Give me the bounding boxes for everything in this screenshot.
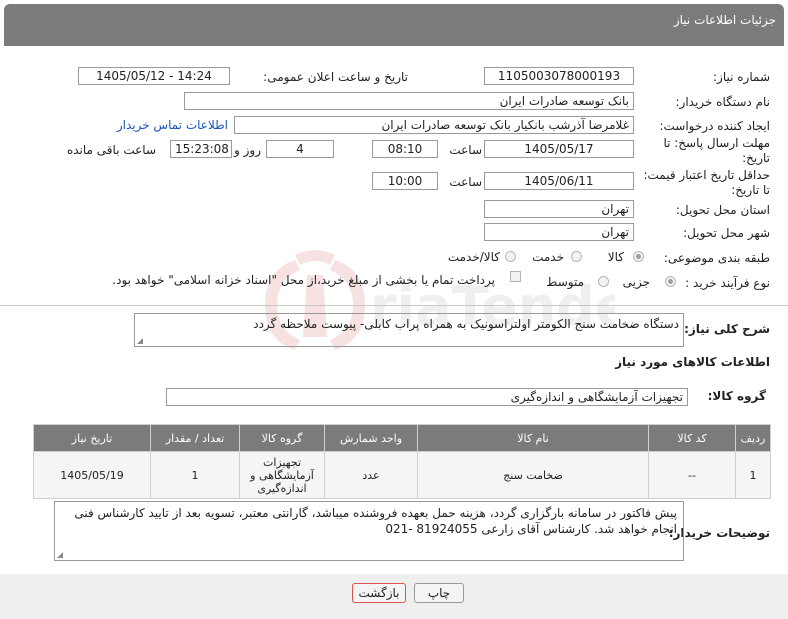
deadline-label-2: تاریخ:: [742, 151, 770, 165]
category-option-service: خدمت: [532, 250, 564, 264]
summary-textarea[interactable]: دستگاه ضخامت سنج الکومتر اولتراسونیک به …: [134, 313, 684, 347]
buyer-notes-text: پیش فاکتور در سامانه بارگزاری گردد، هزین…: [74, 506, 677, 536]
table-header-row: ردیف کد کالا نام کالا واحد شمارش گروه کا…: [33, 424, 771, 452]
need-number-label: شماره نیاز:: [713, 70, 770, 84]
print-button[interactable]: چاپ: [414, 583, 464, 603]
cell-date: 1405/05/19: [33, 451, 151, 499]
cell-unit: عدد: [324, 451, 418, 499]
process-radio-medium[interactable]: [598, 276, 609, 287]
cell-qty: 1: [150, 451, 240, 499]
buyer-org-field: بانک توسعه صادرات ایران: [184, 92, 634, 110]
deadline-date-field: 1405/05/17: [484, 140, 634, 158]
city-label: شهر محل تحویل:: [683, 226, 770, 240]
days-label: روز و: [234, 143, 261, 157]
col-header-date: تاریخ نیاز: [33, 424, 151, 452]
category-radio-goods[interactable]: [633, 251, 644, 262]
resize-handle-icon[interactable]: [137, 338, 143, 344]
col-header-qty: تعداد / مقدار: [150, 424, 240, 452]
remaining-time-field: 15:23:08: [170, 140, 232, 158]
price-validity-label-1: حداقل تاریخ اعتبار قیمت:: [643, 168, 770, 182]
city-field: تهران: [484, 223, 634, 241]
announce-datetime-field: 1405/05/12 - 14:24: [78, 67, 230, 85]
col-header-row-number: ردیف: [735, 424, 771, 452]
items-table: ردیف کد کالا نام کالا واحد شمارش گروه کا…: [33, 424, 771, 499]
category-label: طبقه بندی موضوعی:: [663, 251, 770, 265]
category-option-goods-service: کالا/خدمت: [447, 250, 500, 264]
col-header-unit: واحد شمارش: [324, 424, 418, 452]
goods-info-title: اطلاعات کالاهای مورد نیاز: [615, 355, 770, 369]
requester-label: ایجاد کننده درخواست:: [659, 119, 770, 133]
remaining-time-label: ساعت باقی مانده: [66, 143, 156, 157]
process-option-minor: جزیی: [622, 275, 650, 289]
process-label: نوع فرآیند خرید :: [685, 276, 770, 290]
resize-handle-icon[interactable]: [57, 552, 63, 558]
announce-datetime-label: تاریخ و ساعت اعلان عمومی:: [263, 70, 408, 84]
goods-group-field: تجهیزات آزمایشگاهی و اندازه‌گیری: [166, 388, 688, 406]
page-header: [4, 4, 784, 46]
price-validity-time-label: ساعت: [449, 175, 482, 189]
goods-group-label: گروه کالا:: [707, 389, 766, 403]
back-button[interactable]: بازگشت: [352, 583, 406, 603]
deadline-time-field: 08:10: [372, 140, 438, 158]
buyer-notes-textarea[interactable]: پیش فاکتور در سامانه بارگزاری گردد، هزین…: [54, 501, 684, 561]
contact-info-link[interactable]: اطلاعات تماس خریدار: [117, 118, 228, 132]
price-validity-time-field: 10:00: [372, 172, 438, 190]
summary-label: شرح کلی نیاز:: [684, 322, 770, 336]
cell-group: تجهیزات آزمایشگاهی و اندازه‌گیری: [239, 451, 325, 499]
cell-row-number: 1: [735, 451, 771, 499]
province-label: استان محل تحویل:: [675, 203, 770, 217]
price-validity-date-field: 1405/06/11: [484, 172, 634, 190]
province-field: تهران: [484, 200, 634, 218]
col-header-code: کد کالا: [648, 424, 736, 452]
category-radio-goods-service[interactable]: [505, 251, 516, 262]
need-number-field: 1105003078000193: [484, 67, 634, 85]
payment-note: پرداخت تمام یا بخشی از مبلغ خرید،از محل …: [112, 273, 495, 287]
process-radio-minor[interactable]: [665, 276, 676, 287]
category-radio-service[interactable]: [571, 251, 582, 262]
page-title: جزئیات اطلاعات نیاز: [673, 13, 776, 27]
process-option-medium: متوسط: [546, 275, 584, 289]
summary-text: دستگاه ضخامت سنج الکومتر اولتراسونیک به …: [253, 317, 679, 331]
section-divider: [0, 305, 788, 306]
category-option-goods: کالا: [607, 250, 624, 264]
buyer-org-label: نام دستگاه خریدار:: [675, 95, 771, 109]
deadline-label-1: مهلت ارسال پاسخ: تا: [663, 136, 770, 150]
deadline-time-label: ساعت: [449, 143, 482, 157]
col-header-name: نام کالا: [417, 424, 649, 452]
requester-field: غلامرضا آذرشب بانکیار بانک توسعه صادرات …: [234, 116, 634, 134]
col-header-group: گروه کالا: [239, 424, 325, 452]
table-row: 1 -- ضخامت سنج عدد تجهیزات آزمایشگاهی و …: [33, 451, 771, 499]
price-validity-label-2: تا تاریخ:: [731, 183, 770, 197]
treasury-payment-checkbox[interactable]: [510, 271, 521, 282]
cell-name: ضخامت سنج: [417, 451, 649, 499]
days-remaining-field: 4: [266, 140, 334, 158]
cell-code: --: [648, 451, 736, 499]
